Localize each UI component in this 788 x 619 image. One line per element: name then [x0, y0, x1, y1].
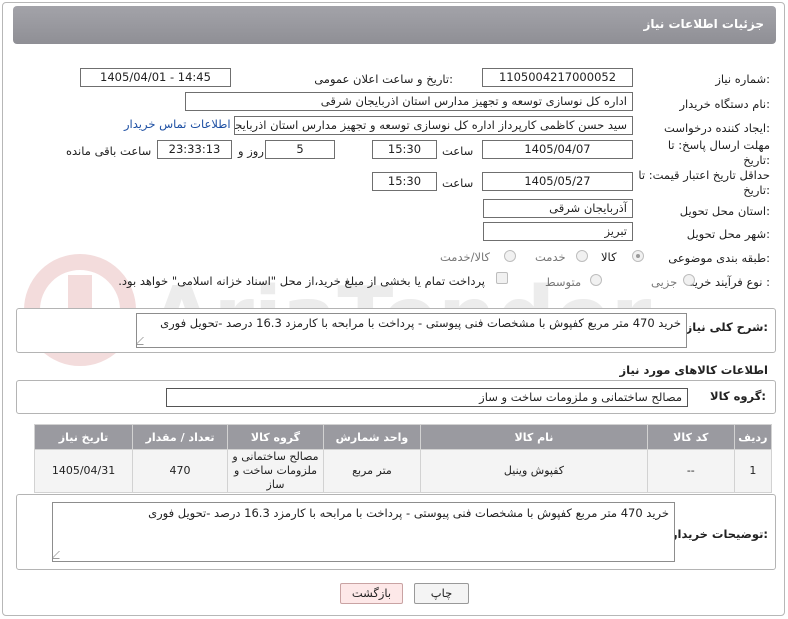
category-service-radio[interactable]: [576, 250, 588, 262]
cell-group: مصالح ساختمانی و ملزومات ساخت و ساز: [227, 449, 324, 493]
price-time-label: ساعت: [442, 176, 474, 190]
purchase-medium-radio[interactable]: [590, 274, 602, 286]
col-unit-header: واحد شمارش: [322, 424, 421, 450]
category-goods-label: کالا: [601, 250, 617, 264]
contact-buyer-link[interactable]: اطلاعات تماس خریدار: [124, 117, 231, 131]
price-date-field: 1405/05/27: [482, 172, 633, 191]
price-time-field: 15:30: [372, 172, 437, 191]
cell-code: --: [646, 449, 735, 493]
cell-row: 1: [733, 449, 773, 493]
goods-table-header: ردیف کد کالا نام کالا واحد شمارش گروه کا…: [33, 424, 773, 450]
purchase-type-label: نوع فرآیند خرید :: [688, 275, 770, 289]
col-qty-header: تعداد / مقدار: [132, 424, 229, 450]
reply-time-field: 15:30: [372, 140, 437, 159]
category-both-label: کالا/خدمت: [440, 250, 491, 264]
buyer-notes-text: خرید 470 متر مربع کفپوش با مشخصات فنی پی…: [148, 506, 669, 520]
cell-qty: 470: [132, 449, 229, 493]
buyer-org-label: نام دستگاه خریدار:: [679, 97, 770, 111]
print-button[interactable]: چاپ: [414, 583, 469, 604]
goods-table: ردیف کد کالا نام کالا واحد شمارش گروه کا…: [33, 424, 773, 493]
price-validity-label: حداقل تاریخ اعتبار قیمت: تا تاریخ:: [638, 168, 770, 197]
cell-name: کفپوش وینیل: [419, 449, 648, 493]
category-goods-radio[interactable]: [632, 250, 644, 262]
purchase-small-label: جزیی: [651, 275, 678, 289]
description-text: خرید 470 متر مربع کفپوش با مشخصات فنی پی…: [160, 316, 681, 330]
table-row: 1 -- کفپوش وینیل متر مربع مصالح ساختمانی…: [33, 449, 773, 493]
province-label: استان محل تحویل:: [679, 204, 770, 218]
col-group-header: گروه کالا: [227, 424, 324, 450]
province-field: آذربایجان شرقی: [483, 199, 633, 218]
days-remaining-field: 5: [265, 140, 335, 159]
city-field: تبریز: [483, 222, 633, 241]
category-both-radio[interactable]: [504, 250, 516, 262]
treasury-payment-checkbox[interactable]: [496, 272, 508, 284]
cell-unit: متر مربع: [322, 449, 421, 493]
buyer-org-field: اداره کل نوسازی توسعه و تجهیز مدارس استا…: [185, 92, 633, 111]
header-bar: جزئیات اطلاعات نیاز: [13, 6, 776, 44]
col-name-header: نام کالا: [419, 424, 648, 450]
category-service-label: خدمت: [535, 250, 566, 264]
buyer-notes-textarea[interactable]: خرید 470 متر مربع کفپوش با مشخصات فنی پی…: [52, 502, 675, 562]
goods-group-field: مصالح ساختمانی و ملزومات ساخت و ساز: [166, 388, 688, 407]
treasury-payment-note: پرداخت تمام یا بخشی از مبلغ خرید،از محل …: [118, 274, 485, 288]
col-date-header: تاریخ نیاز: [33, 424, 134, 450]
col-row-header: ردیف: [733, 424, 773, 450]
buyer-notes-label: توضیحات خریدار:: [670, 527, 768, 541]
goods-section-title: اطلاعات کالاهای مورد نیاز: [619, 363, 768, 377]
announce-field: 1405/04/01 - 14:45: [80, 68, 231, 87]
announce-label: تاریخ و ساعت اعلان عمومی:: [314, 72, 453, 86]
col-code-header: کد کالا: [646, 424, 735, 450]
resize-handle-icon[interactable]: [53, 551, 67, 559]
requester-label: ایجاد کننده درخواست:: [664, 121, 770, 135]
reply-deadline-label: مهلت ارسال پاسخ: تا تاریخ:: [667, 138, 770, 167]
back-button[interactable]: بازگشت: [340, 583, 403, 604]
goods-group-label: گروه کالا:: [710, 389, 766, 403]
reply-time-label: ساعت: [442, 144, 474, 158]
category-label: طبقه بندی موضوعی:: [668, 251, 770, 265]
remaining-label: ساعت باقی مانده: [66, 144, 152, 158]
days-label: روز و: [238, 144, 264, 158]
city-label: شهر محل تحویل:: [686, 227, 770, 241]
resize-handle-icon[interactable]: [137, 337, 151, 345]
purchase-medium-label: متوسط: [545, 275, 582, 289]
purchase-small-radio[interactable]: [683, 274, 695, 286]
need-number-label: شماره نیاز:: [715, 72, 770, 86]
description-label: شرح کلی نیاز:: [685, 320, 768, 334]
remaining-time-field: 23:33:13: [157, 140, 232, 159]
reply-date-field: 1405/04/07: [482, 140, 633, 159]
description-textarea[interactable]: خرید 470 متر مربع کفپوش با مشخصات فنی پی…: [136, 313, 687, 348]
need-number-field: 1105004217000052: [482, 68, 633, 87]
cell-date: 1405/04/31: [33, 449, 134, 493]
page-title: جزئیات اطلاعات نیاز: [643, 17, 764, 31]
requester-field: سید حسن کاظمی کارپرداز اداره کل نوسازی ت…: [234, 116, 633, 135]
